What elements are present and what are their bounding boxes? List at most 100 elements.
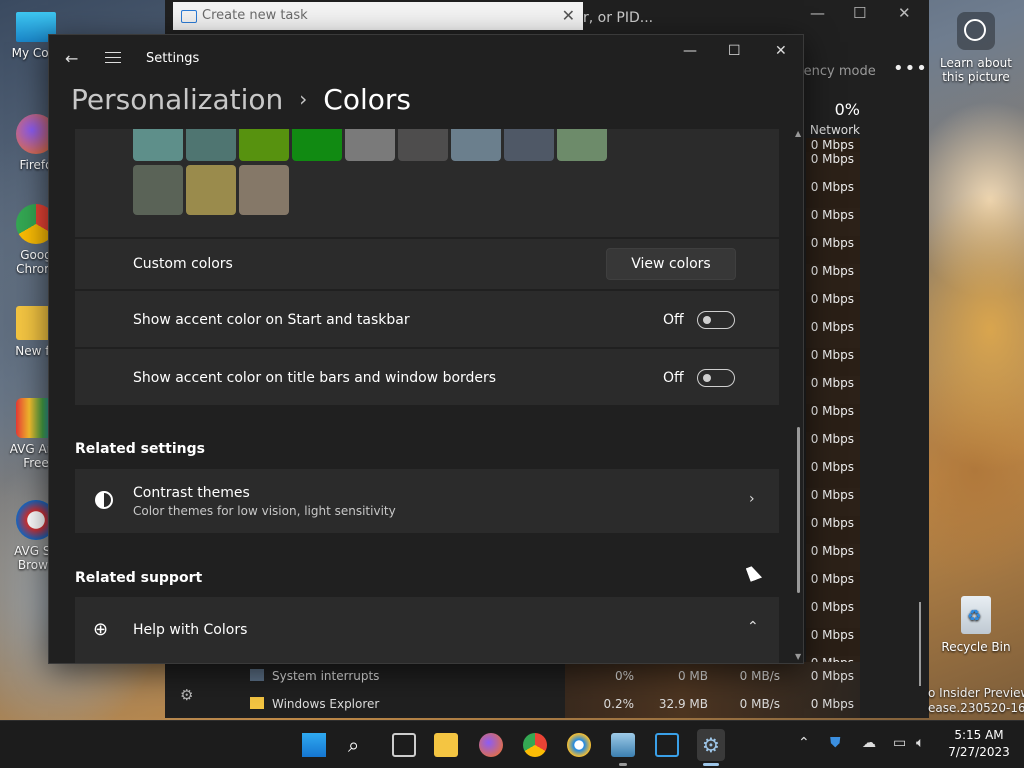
firefox-icon[interactable] — [479, 733, 503, 757]
network-cell: 0 Mbps — [806, 460, 860, 488]
close-button[interactable]: ✕ — [898, 4, 911, 22]
breadcrumb-parent[interactable]: Personalization — [71, 83, 283, 116]
accent-start-taskbar-toggle[interactable] — [697, 311, 735, 329]
process-name: System interrupts — [272, 669, 380, 683]
settings-scrollbar[interactable]: ▲ ▼ — [795, 129, 803, 661]
contrast-themes-title: Contrast themes — [133, 485, 250, 501]
color-swatch[interactable] — [133, 129, 183, 161]
window-title: Settings — [146, 51, 200, 66]
display-icon[interactable]: ▭ — [893, 735, 906, 751]
accent-start-taskbar-row: Show accent color on Start and taskbar O… — [75, 291, 779, 347]
color-swatch[interactable] — [239, 165, 289, 215]
watermark-line: ease.230520-1632 — [928, 701, 1024, 715]
process-cpu: 0% — [614, 669, 634, 683]
run-task-icon — [181, 10, 197, 23]
help-with-colors-label: Help with Colors — [133, 622, 248, 638]
color-swatch[interactable] — [239, 129, 289, 161]
clock[interactable]: 5:15 AM 7/27/2023 — [940, 727, 1018, 761]
process-memory: 32.9 MB — [658, 697, 708, 711]
security-shield-icon[interactable]: ⛊ — [830, 735, 841, 751]
process-row[interactable]: System interrupts 0% 0 MB 0 MB/s 0 Mbps — [240, 662, 860, 690]
close-button[interactable]: ✕ — [775, 43, 787, 59]
build-watermark: o Insider Preview ease.230520-1632 — [928, 686, 1024, 716]
custom-colors-row: Custom colors View colors — [75, 239, 779, 289]
settings-content: Custom colors View colors Show accent co… — [49, 129, 789, 663]
toggle-state-label: Off — [663, 370, 684, 386]
maximize-button[interactable]: ☐ — [728, 43, 741, 59]
chrome-icon[interactable] — [523, 733, 547, 757]
run-task-icon[interactable] — [655, 733, 679, 757]
chevron-up-icon[interactable]: ⌃ — [747, 619, 759, 635]
accent-start-taskbar-label: Show accent color on Start and taskbar — [133, 312, 410, 328]
accent-color-swatch-card — [75, 129, 779, 237]
start-windows-icon[interactable] — [302, 733, 326, 757]
maximize-button[interactable]: ☐ — [853, 4, 866, 22]
view-colors-button[interactable]: View colors — [606, 248, 736, 280]
related-settings-heading: Related settings — [75, 441, 205, 457]
custom-colors-label: Custom colors — [133, 256, 233, 272]
scrollbar-thumb[interactable] — [797, 427, 800, 593]
avg-browser-icon[interactable] — [567, 733, 591, 757]
network-cell: 0 Mbps — [806, 404, 860, 432]
color-swatch[interactable] — [186, 129, 236, 161]
contrast-themes-row[interactable]: Contrast themes Color themes for low vis… — [75, 469, 779, 533]
network-disconnected-icon[interactable]: ☁ — [862, 735, 876, 751]
color-swatch[interactable] — [504, 129, 554, 161]
chevron-up-icon[interactable]: ⌃ — [798, 735, 810, 751]
accent-title-bars-row: Show accent color on title bars and wind… — [75, 349, 779, 405]
process-row[interactable]: Windows Explorer 0.2% 32.9 MB 0 MB/s 0 M… — [240, 690, 860, 718]
color-swatch[interactable] — [451, 129, 501, 161]
volume-icon[interactable]: 🔈︎ — [916, 735, 924, 751]
network-cell: 0 Mbps — [806, 516, 860, 544]
folder-icon — [250, 697, 264, 709]
task-manager-scrollbar[interactable] — [919, 602, 921, 686]
network-cell: 0 Mbps — [806, 292, 860, 320]
color-swatch[interactable] — [292, 129, 342, 161]
color-swatch[interactable] — [557, 129, 607, 161]
close-icon[interactable]: ✕ — [562, 2, 575, 30]
task-manager-search[interactable]: Create new task ✕ — [173, 2, 583, 30]
title-bar[interactable]: ← Settings — ☐ ✕ — [49, 35, 803, 83]
efficiency-mode-button[interactable]: iency mode — [800, 64, 876, 79]
process-network: 0 Mbps — [810, 697, 854, 711]
taskbar: ⌕ ⚙ ⌃ ⛊ ☁ ▭ 🔈︎ 5:15 AM 7/27/2023 — [0, 720, 1024, 768]
color-swatch[interactable] — [186, 165, 236, 215]
help-with-colors-row[interactable]: ⊕ Help with Colors ⌃ — [75, 597, 779, 663]
chevron-right-icon: › — [299, 87, 308, 111]
task-view-icon[interactable] — [392, 733, 416, 757]
network-percent: 0% — [834, 100, 860, 119]
back-arrow-icon[interactable]: ← — [65, 49, 78, 68]
search-icon[interactable]: ⌕ — [348, 733, 372, 757]
toggle-state-label: Off — [663, 312, 684, 328]
network-cell: 0 Mbps — [806, 208, 860, 236]
network-cell: 0 Mbps — [806, 432, 860, 460]
network-cell: 0 Mbps — [806, 600, 860, 628]
scroll-up-arrow-icon[interactable]: ▲ — [795, 129, 801, 138]
settings-gear-icon[interactable]: ⚙ — [180, 686, 193, 704]
color-swatch[interactable] — [133, 165, 183, 215]
network-column-header[interactable]: 0% Network — [806, 100, 860, 137]
network-cell: 0 Mbps — [806, 152, 860, 180]
learn-about-picture[interactable]: Learn about this picture — [938, 12, 1014, 84]
process-disk: 0 MB/s — [739, 669, 780, 683]
globe-icon: ⊕ — [93, 619, 109, 640]
accent-title-bars-toggle[interactable] — [697, 369, 735, 387]
recycle-bin[interactable]: ♻ Recycle Bin — [940, 596, 1012, 654]
process-disk: 0 MB/s — [739, 697, 780, 711]
settings-gear-icon[interactable]: ⚙ — [697, 729, 725, 761]
recycle-bin-icon: ♻ — [961, 596, 991, 634]
more-options-button[interactable]: ••• — [893, 58, 928, 79]
accent-title-bars-label: Show accent color on title bars and wind… — [133, 370, 497, 386]
related-support-heading: Related support — [75, 570, 203, 586]
task-manager-icon[interactable] — [611, 733, 635, 757]
search-hint: r, or PID... — [583, 10, 654, 26]
file-explorer-icon[interactable] — [434, 733, 458, 757]
scroll-down-arrow-icon[interactable]: ▼ — [795, 652, 801, 661]
color-swatch[interactable] — [345, 129, 395, 161]
network-cell: 0 Mbps — [806, 488, 860, 516]
learn-about-label: Learn about this picture — [940, 56, 1012, 84]
color-swatch[interactable] — [398, 129, 448, 161]
minimize-button[interactable]: — — [683, 43, 697, 59]
minimize-button[interactable]: — — [810, 4, 825, 22]
hamburger-menu-icon[interactable] — [105, 52, 121, 67]
